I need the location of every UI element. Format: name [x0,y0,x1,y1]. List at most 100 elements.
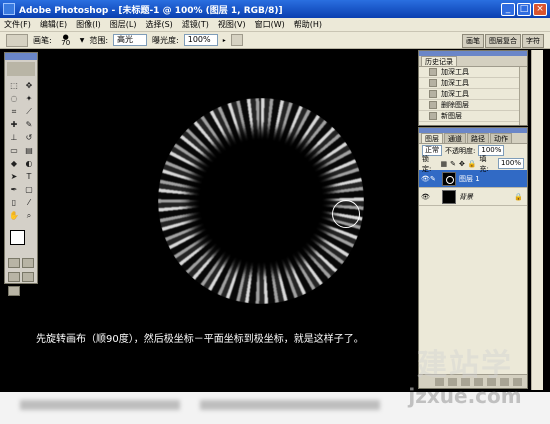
photoshop-icon [3,3,15,15]
layer-row[interactable]: 👁 背景 🔒 [419,188,527,206]
dock-tab-layer-comps[interactable]: 图层复合 [485,34,521,48]
burn-tool-icon[interactable]: ◐ [22,158,36,170]
screen-mode-standard-icon[interactable] [8,272,20,282]
burn-step-icon [429,68,437,76]
brush-picker[interactable]: ● 70 [57,33,75,47]
burn-step-icon [429,90,437,98]
brush-label: 画笔: [33,35,52,45]
menu-view[interactable]: 视图(V) [218,19,246,30]
history-item[interactable]: 加深工具 [419,89,527,100]
brush-dropdown-icon[interactable]: ▼ [80,37,85,44]
document-canvas[interactable] [40,50,415,370]
history-scrollbar[interactable] [519,67,527,125]
menu-edit[interactable]: 编辑(E) [40,19,67,30]
maximize-icon[interactable]: □ [517,2,531,16]
adobe-online-icon[interactable] [7,62,35,76]
crop-tool-icon[interactable]: ⌗ [7,106,21,118]
range-label: 范围: [89,35,109,45]
menu-window[interactable]: 窗口(W) [255,19,285,30]
menu-file[interactable]: 文件(F) [4,19,31,30]
path-selection-icon[interactable]: ➤ [7,171,21,183]
jump-to-imageready-icon[interactable] [8,286,20,296]
lock-pixels-icon[interactable]: ✎ [450,160,456,168]
history-item[interactable]: 新图层 [419,111,527,122]
menu-layer[interactable]: 图层(L) [110,19,137,30]
eyedropper-icon[interactable]: ⁄ [22,197,36,209]
eye-icon[interactable]: 👁 [421,175,430,183]
tab-history[interactable]: 历史记录 [421,56,457,66]
document-scrollbar[interactable] [531,50,543,390]
lock-transparency-icon[interactable]: ▦ [440,160,447,168]
lock-row: 锁定: ▦ ✎ ✥ 🔒 填充: 100% [419,155,527,173]
gradient-tool-icon[interactable]: ▤ [22,145,36,157]
marquee-tool-icon[interactable]: ⬚ [7,80,21,92]
layer-thumbnail [442,171,456,186]
blur-tool-icon[interactable]: ◆ [7,158,21,170]
brush-link-icon[interactable]: ✎ [430,175,439,183]
layers-tabs: 图层 通道 路径 动作 [419,133,527,144]
notes-tool-icon[interactable]: ▯ [7,197,21,209]
lock-position-icon[interactable]: ✥ [459,160,465,168]
eye-icon[interactable]: 👁 [421,193,430,201]
jump-to [5,282,37,296]
history-item-label: 新图层 [441,112,462,120]
foreground-color[interactable] [10,230,25,245]
delete-layer-step-icon [429,101,437,109]
layer-thumbnail [442,189,456,204]
clone-stamp-icon[interactable]: ⊥ [7,132,21,144]
history-brush-icon[interactable]: ↺ [22,132,36,144]
history-item[interactable]: 删除图层 [419,100,527,111]
history-item-label: 加深工具 [441,68,469,76]
zoom-tool-icon[interactable]: ⌕ [22,210,36,222]
standard-mode-icon[interactable] [8,258,20,268]
close-icon[interactable]: × [533,2,547,16]
minimize-icon[interactable]: _ [501,2,515,16]
pen-tool-icon[interactable]: ✒ [7,184,21,196]
history-item-label: 加深工具 [441,79,469,87]
brush-tool-icon[interactable]: ✎ [22,119,36,131]
history-item[interactable]: 加深工具 [419,67,527,78]
lasso-tool-icon[interactable]: ◌ [7,93,21,105]
title-bar: Adobe Photoshop - [未标题-1 @ 100% (图层 1, R… [0,0,550,18]
menu-select[interactable]: 选择(S) [145,19,172,30]
history-item[interactable]: 加深工具 [419,78,527,89]
layer-name: 图层 1 [459,174,480,183]
magic-wand-tool-icon[interactable]: ✦ [22,93,36,105]
airbrush-icon[interactable] [230,34,243,46]
menu-image[interactable]: 图像(I) [76,19,101,30]
dock-tab-brushes[interactable]: 画笔 [462,34,484,48]
move-tool-icon[interactable]: ✥ [22,80,36,92]
dock-tab-character[interactable]: 字符 [522,34,544,48]
quick-mask-icon[interactable] [22,258,34,268]
options-bar: 画笔: ● 70 ▼ 范围: 高光 曝光度: 100% ▸ 画笔 图层复合 字符 [0,32,550,49]
tab-layers[interactable]: 图层 [421,133,443,143]
tab-channels[interactable]: 通道 [444,133,466,143]
window-controls: _ □ × [501,2,547,16]
color-swatches[interactable] [7,228,35,254]
menu-filter[interactable]: 滤镜(T) [182,19,209,30]
shape-tool-icon[interactable]: ▢ [22,184,36,196]
exposure-field[interactable]: 100% [183,34,218,46]
mask-modes [5,254,37,268]
tab-paths[interactable]: 路径 [467,133,489,143]
lock-all-icon[interactable]: 🔒 [468,160,477,168]
hand-tool-icon[interactable]: ✋ [7,210,21,222]
screen-mode-full-menu-icon[interactable] [22,272,34,282]
fill-field[interactable]: 100% [497,158,524,169]
tab-actions[interactable]: 动作 [490,133,512,143]
type-tool-icon[interactable]: T [22,171,36,183]
exposure-arrow-icon[interactable]: ▸ [223,37,226,44]
menu-help[interactable]: 帮助(H) [294,19,322,30]
tutorial-caption: 先旋转画布（顺90度），然后极坐标－平面坐标到极坐标，就是这样子了。 [36,334,364,345]
fill-label: 填充: [479,154,489,173]
lock-label: 锁定: [422,154,432,173]
eraser-tool-icon[interactable]: ▭ [7,145,21,157]
toolbox: ⬚ ✥ ◌ ✦ ⌗ ⟋ ✚ ✎ ⊥ ↺ ▭ ▤ ◆ ◐ ➤ T ✒ ▢ ▯ ⁄ … [4,52,38,296]
toolbox-grip[interactable] [5,53,37,60]
healing-brush-icon[interactable]: ✚ [7,119,21,131]
layer-name: 背景 [459,192,473,201]
range-select[interactable]: 高光 [113,34,148,46]
slice-tool-icon[interactable]: ⟋ [22,106,36,118]
burn-tool-preset-icon[interactable] [6,33,28,47]
watermark-logo-text: 建站学 [417,348,513,383]
